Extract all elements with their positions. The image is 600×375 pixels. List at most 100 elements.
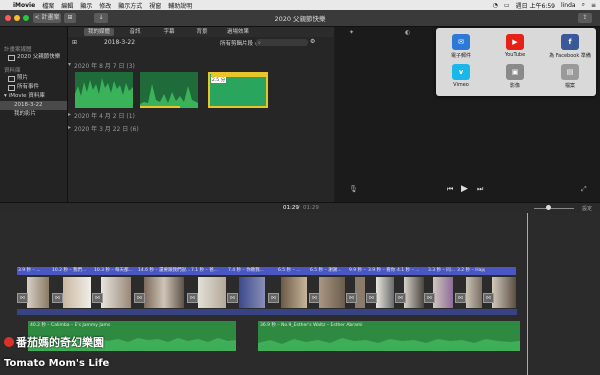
video-thumbnail[interactable]: [63, 277, 91, 308]
transition-icon[interactable]: ⋈: [424, 293, 435, 303]
menu-window[interactable]: 視窗: [149, 1, 161, 10]
tab-audio[interactable]: 音訊: [120, 28, 150, 36]
skip-forward-icon[interactable]: ⏭: [477, 185, 483, 194]
transition-icon[interactable]: ⋈: [92, 293, 103, 303]
menu-file[interactable]: 檔案: [42, 1, 54, 10]
transition-icon[interactable]: ⋈: [483, 293, 494, 303]
clip-title-bar[interactable]: 10.2 秒 – 我們...: [51, 267, 93, 275]
menubar-clock[interactable]: 週日 上午6:59: [516, 1, 555, 10]
transition-icon[interactable]: ⋈: [187, 293, 198, 303]
search-icon[interactable]: ⌕: [582, 1, 585, 9]
search-input[interactable]: ⌕: [256, 39, 308, 46]
transition-icon[interactable]: ⋈: [17, 293, 28, 303]
menu-edit[interactable]: 編輯: [61, 1, 73, 10]
event-group-header[interactable]: 2020 年 3 月 22 日 (6): [74, 124, 139, 133]
grid-view-icon[interactable]: ⊞: [72, 39, 77, 46]
video-thumbnail[interactable]: [239, 277, 265, 308]
clip-filter-select[interactable]: 所有剪輯片段 ◇: [220, 39, 259, 47]
media-clip-selected[interactable]: 2.5 分: [208, 72, 268, 108]
menu-help[interactable]: 輔助說明: [168, 1, 192, 10]
video-thumbnail[interactable]: [319, 277, 345, 308]
media-clip[interactable]: [75, 72, 133, 108]
transition-icon[interactable]: ⋈: [134, 293, 145, 303]
tomato-logo-icon: [4, 337, 14, 347]
clip-title-bar[interactable]: 3.2 秒 – Happ...: [456, 267, 485, 275]
video-thumbnail[interactable]: [433, 277, 453, 308]
clip-title-bar[interactable]: 3.9 秒 – ...: [17, 267, 51, 275]
menu-list-icon[interactable]: ≡: [591, 2, 596, 9]
settings-gear-icon[interactable]: ⚙: [310, 38, 315, 45]
transition-icon[interactable]: ⋈: [395, 293, 406, 303]
event-group-header[interactable]: 2020 年 8 月 7 日 (3): [74, 61, 135, 70]
clip-title-bar[interactable]: 14.6 秒 – 還要跟我們說...: [137, 267, 190, 275]
sidebar-item-project[interactable]: 2020 父親節快樂: [0, 53, 67, 62]
sidebar-item-photos[interactable]: 照片: [0, 74, 67, 83]
transition-icon[interactable]: ⋈: [455, 293, 466, 303]
video-thumbnail[interactable]: [376, 277, 394, 308]
tab-transitions[interactable]: 過場效果: [220, 28, 256, 36]
sidebar-item-all-events[interactable]: 所有事件: [0, 83, 67, 92]
share-file[interactable]: ▤ 檔案: [551, 64, 589, 89]
video-thumbnail[interactable]: [281, 277, 307, 308]
video-thumbnail[interactable]: [27, 277, 49, 308]
skip-back-icon[interactable]: ⏮: [447, 185, 453, 194]
image-icon: ▣: [506, 64, 524, 80]
zoom-slider-knob[interactable]: [546, 205, 551, 210]
menu-modify[interactable]: 修改: [99, 1, 111, 10]
video-thumbnail[interactable]: [144, 277, 184, 308]
playhead-line[interactable]: [527, 213, 528, 375]
transition-icon[interactable]: ⋈: [52, 293, 63, 303]
clip-title-bar[interactable]: 7.1 秒 – 爸...: [190, 267, 227, 275]
transition-icon[interactable]: ⋈: [366, 293, 377, 303]
share-vimeo[interactable]: v Vimeo: [442, 64, 480, 88]
transition-icon[interactable]: ⋈: [227, 293, 238, 303]
video-thumbnail[interactable]: [404, 277, 424, 308]
clip-audio-strip: [17, 309, 517, 315]
music-clip[interactable]: 36.9 秒 – No.9_Esther's Waltz – Esther Ab…: [258, 321, 520, 351]
clip-title-bar[interactable]: 9.9 秒 – ...: [348, 267, 367, 275]
clip-title-bar[interactable]: 10.3 秒 – 每天都...: [93, 267, 137, 275]
video-thumbnail[interactable]: [466, 277, 482, 308]
menu-view[interactable]: 顯示方式: [118, 1, 142, 10]
timeline-settings-button[interactable]: 設定: [582, 205, 592, 212]
video-thumbnail[interactable]: [101, 277, 131, 308]
event-group-header[interactable]: 2020 年 4 月 2 日 (1): [74, 111, 135, 120]
sidebar-item-my-movies[interactable]: 我的影片: [0, 110, 67, 119]
zoom-slider[interactable]: [534, 208, 574, 209]
clip-title-bar[interactable]: [485, 267, 516, 275]
clip-title-bar[interactable]: [268, 267, 277, 275]
share-image[interactable]: ▣ 影像: [496, 64, 534, 89]
tab-titles[interactable]: 字幕: [154, 28, 184, 36]
share-button[interactable]: ⇪: [578, 13, 592, 23]
sidebar-item-event-2018-3-22[interactable]: 2018-3-22: [0, 101, 67, 110]
play-icon[interactable]: ▶: [461, 184, 468, 194]
clip-title-bar[interactable]: 3.3 秒 – 同...: [427, 267, 456, 275]
media-clip[interactable]: [140, 72, 198, 108]
sidebar-item-imovie-library[interactable]: ▾ iMovie 資料庫: [0, 92, 67, 101]
video-thumbnail[interactable]: [492, 277, 516, 308]
menubar-user[interactable]: linda: [561, 2, 576, 9]
share-facebook[interactable]: f 為 Facebook 準備: [548, 34, 592, 59]
clip-title-bar[interactable]: 4.1 秒 – ...: [396, 267, 427, 275]
share-email[interactable]: ✉ 電子郵件: [442, 34, 480, 59]
film-icon: [8, 54, 15, 61]
tab-my-media[interactable]: 我的媒體: [84, 28, 114, 36]
menu-mark[interactable]: 顯示: [80, 1, 92, 10]
microphone-icon[interactable]: 🎙: [349, 185, 358, 193]
wifi-icon[interactable]: ◔: [493, 2, 498, 9]
battery-icon[interactable]: ▭: [504, 2, 510, 9]
color-balance-icon[interactable]: ◐: [405, 29, 410, 36]
clip-title-bar[interactable]: 3.9 秒 – 看你...: [367, 267, 396, 275]
clip-title-bar[interactable]: 6.5 秒 – 謝謝...: [309, 267, 348, 275]
share-youtube[interactable]: ▶ YouTube: [496, 34, 534, 58]
fullscreen-icon[interactable]: ⤢: [581, 185, 587, 194]
clip-title-bar[interactable]: 7.4 秒 – 你教我...: [227, 267, 268, 275]
tab-backgrounds[interactable]: 背景: [187, 28, 217, 36]
menu-app[interactable]: iMovie: [13, 2, 35, 9]
transition-icon[interactable]: ⋈: [346, 293, 357, 303]
magic-wand-icon[interactable]: ✦: [349, 29, 354, 36]
transition-icon[interactable]: ⋈: [309, 293, 320, 303]
clip-title-bar[interactable]: 6.5 秒 – ...: [277, 267, 309, 275]
transition-icon[interactable]: ⋈: [268, 293, 279, 303]
video-thumbnail[interactable]: [198, 277, 226, 308]
